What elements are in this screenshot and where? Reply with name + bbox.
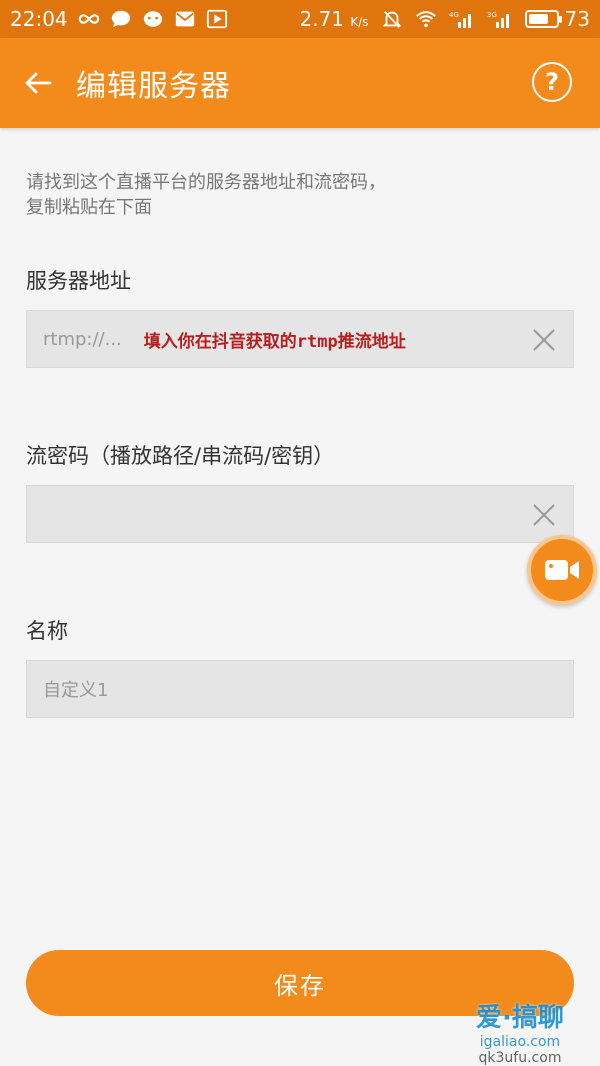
watermark-sub2: qk3ufu.com	[478, 1049, 562, 1066]
net-speed: 2.71 K/s	[299, 7, 369, 31]
clear-stream-key-button[interactable]	[529, 500, 559, 530]
close-icon	[533, 329, 555, 351]
close-icon	[533, 504, 555, 526]
svg-text:4G: 4G	[449, 11, 459, 19]
signal-3g-icon: 3G	[487, 9, 513, 29]
name-value: 自定义1	[43, 680, 109, 701]
app-bar: 编辑服务器 ?	[0, 38, 600, 128]
name-label: 名称	[26, 619, 68, 643]
server-address-label: 服务器地址	[26, 269, 131, 293]
battery-fill	[528, 14, 548, 24]
wifi-icon	[415, 9, 437, 29]
status-left: 22:04	[10, 7, 228, 31]
help-button[interactable]: ?	[532, 62, 572, 102]
watermark-main: 爱·搞聊	[476, 1002, 564, 1033]
status-time: 22:04	[10, 7, 68, 31]
battery-indicator: 73	[524, 7, 590, 31]
page-title: 编辑服务器	[76, 69, 231, 104]
signal-4g-icon: 4G	[449, 9, 475, 29]
server-address-input[interactable]: rtmp://... 填入你在抖音获取的rtmp推流地址	[26, 310, 574, 368]
status-bar: 22:04 2.71 K/s 4G 3G 73	[0, 0, 600, 38]
chat-bubble-icon	[110, 9, 132, 29]
watermark: 爱·搞聊 igaliao.com qk3ufu.com	[440, 996, 600, 1066]
server-address-annotation: 填入你在抖音获取的rtmp推流地址	[143, 331, 406, 352]
record-floating-button[interactable]	[527, 535, 597, 605]
back-button[interactable]	[0, 38, 76, 128]
name-input[interactable]: 自定义1	[26, 660, 574, 718]
play-icon	[206, 9, 228, 29]
mail-icon	[174, 9, 196, 29]
help-icon: ?	[545, 68, 559, 96]
mute-bell-icon	[381, 9, 403, 29]
video-camera-icon	[545, 560, 579, 580]
status-right: 2.71 K/s 4G 3G 73	[299, 7, 590, 31]
clear-server-button[interactable]	[529, 325, 559, 355]
back-arrow-icon	[25, 72, 52, 94]
battery-icon	[524, 10, 562, 28]
stream-key-label: 流密码（播放路径/串流码/密钥）	[26, 444, 335, 468]
svg-text:3G: 3G	[487, 11, 497, 19]
watermark-sub: igaliao.com	[479, 1033, 561, 1050]
instruction-line-1: 请找到这个直播平台的服务器地址和流密码，	[26, 172, 386, 193]
instruction-text: 请找到这个直播平台的服务器地址和流密码， 复制粘贴在下面	[26, 170, 574, 220]
stream-key-input[interactable]	[26, 485, 574, 543]
instruction-line-2: 复制粘贴在下面	[26, 197, 152, 218]
wechat-icon	[142, 9, 164, 29]
infinity-icon	[78, 9, 100, 29]
server-address-value: rtmp://...	[43, 328, 122, 350]
battery-level: 73	[564, 7, 590, 31]
